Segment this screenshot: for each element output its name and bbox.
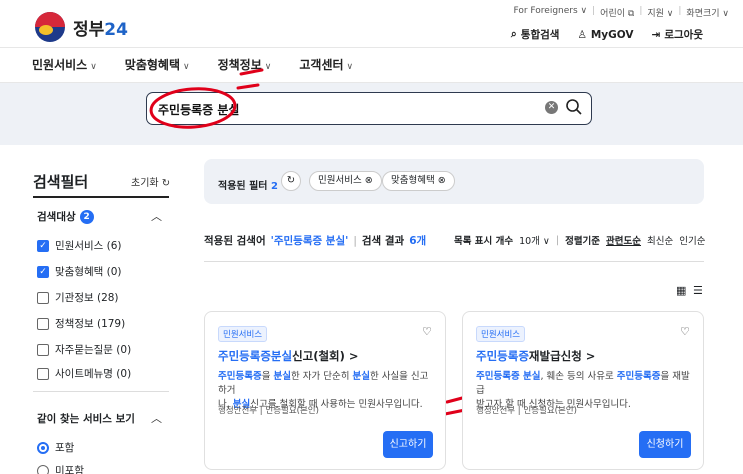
divider	[33, 196, 169, 198]
chevron-up-icon[interactable]: ︿	[151, 208, 162, 224]
filter-check-civil[interactable]: ✓ 민원서비스 (6)	[37, 238, 122, 253]
checkbox-checked-icon: ✓	[37, 265, 49, 278]
divider	[33, 391, 169, 392]
radio-include[interactable]: 포함	[37, 440, 74, 455]
filter-check-policy[interactable]: 정책정보 (179)	[37, 316, 125, 331]
filter-check-benefits[interactable]: ✓ 맞춤형혜택 (0)	[37, 264, 122, 279]
checkbox-icon	[37, 317, 49, 330]
applied-filter-label: 적용된 필터 2	[218, 181, 278, 192]
list-count-select[interactable]: 10개 ∨	[519, 233, 550, 247]
radio-icon	[37, 464, 49, 474]
divider	[204, 261, 704, 262]
sort-latest[interactable]: 최신순	[647, 233, 673, 247]
card-title-link[interactable]: 주민등록증재발급신청 >	[476, 348, 595, 364]
grid-view-icon[interactable]: ▦	[676, 284, 686, 297]
filter-chip-civil[interactable]: 민원서비스 ⊗	[309, 171, 382, 191]
radio-selected-icon	[37, 441, 49, 454]
sort-popular[interactable]: 인기순	[679, 233, 705, 247]
sort-controls: 목록 표시 개수 10개 ∨ | 정렬기준 관련도순 최신순 인기순	[454, 233, 706, 248]
reset-filter-button[interactable]: 초기화 ↻	[131, 174, 170, 189]
result-summary: 적용된 검색어 '주민등록증 분실' | 검색 결과 6개	[204, 234, 427, 248]
filter-reset-icon[interactable]: ↻	[281, 171, 301, 191]
chevron-up-icon[interactable]: ︿	[151, 410, 162, 426]
sort-relevance[interactable]: 관련도순	[606, 233, 641, 247]
filter-check-faq[interactable]: 자주묻는질문 (0)	[37, 342, 131, 357]
card-title-link[interactable]: 주민등록증분실신고(철회) >	[218, 348, 359, 364]
heart-icon[interactable]: ♡	[422, 325, 432, 338]
card-meta: 행정안전부 | 인증필요(본인)	[218, 406, 319, 416]
filter-chip-benefits[interactable]: 맞춤형혜택 ⊗	[382, 171, 455, 191]
report-button[interactable]: 신고하기	[383, 431, 433, 458]
count-badge: 2	[79, 209, 94, 224]
search-target-header[interactable]: 검색대상 2	[37, 209, 94, 224]
refresh-icon: ↻	[161, 178, 171, 189]
list-view-icon[interactable]: ☰	[693, 284, 703, 297]
checkbox-checked-icon: ✓	[37, 239, 49, 252]
filter-title: 검색필터	[33, 173, 89, 191]
apply-button[interactable]: 신청하기	[639, 431, 691, 458]
radio-exclude[interactable]: 미포함	[37, 463, 84, 474]
filter-check-sitemenu[interactable]: 사이트메뉴명 (0)	[37, 366, 131, 381]
heart-icon[interactable]: ♡	[680, 325, 690, 338]
related-services-header[interactable]: 같이 찾는 서비스 보기	[37, 411, 135, 426]
filter-check-agency[interactable]: 기관정보 (28)	[37, 290, 119, 305]
category-tag: 민원서비스	[218, 326, 268, 342]
checkbox-icon	[37, 343, 49, 356]
card-meta: 행정안전부 | 인증필요(본인)	[476, 406, 577, 416]
category-tag: 민원서비스	[476, 326, 526, 342]
checkbox-icon	[37, 291, 49, 304]
checkbox-icon	[37, 367, 49, 380]
